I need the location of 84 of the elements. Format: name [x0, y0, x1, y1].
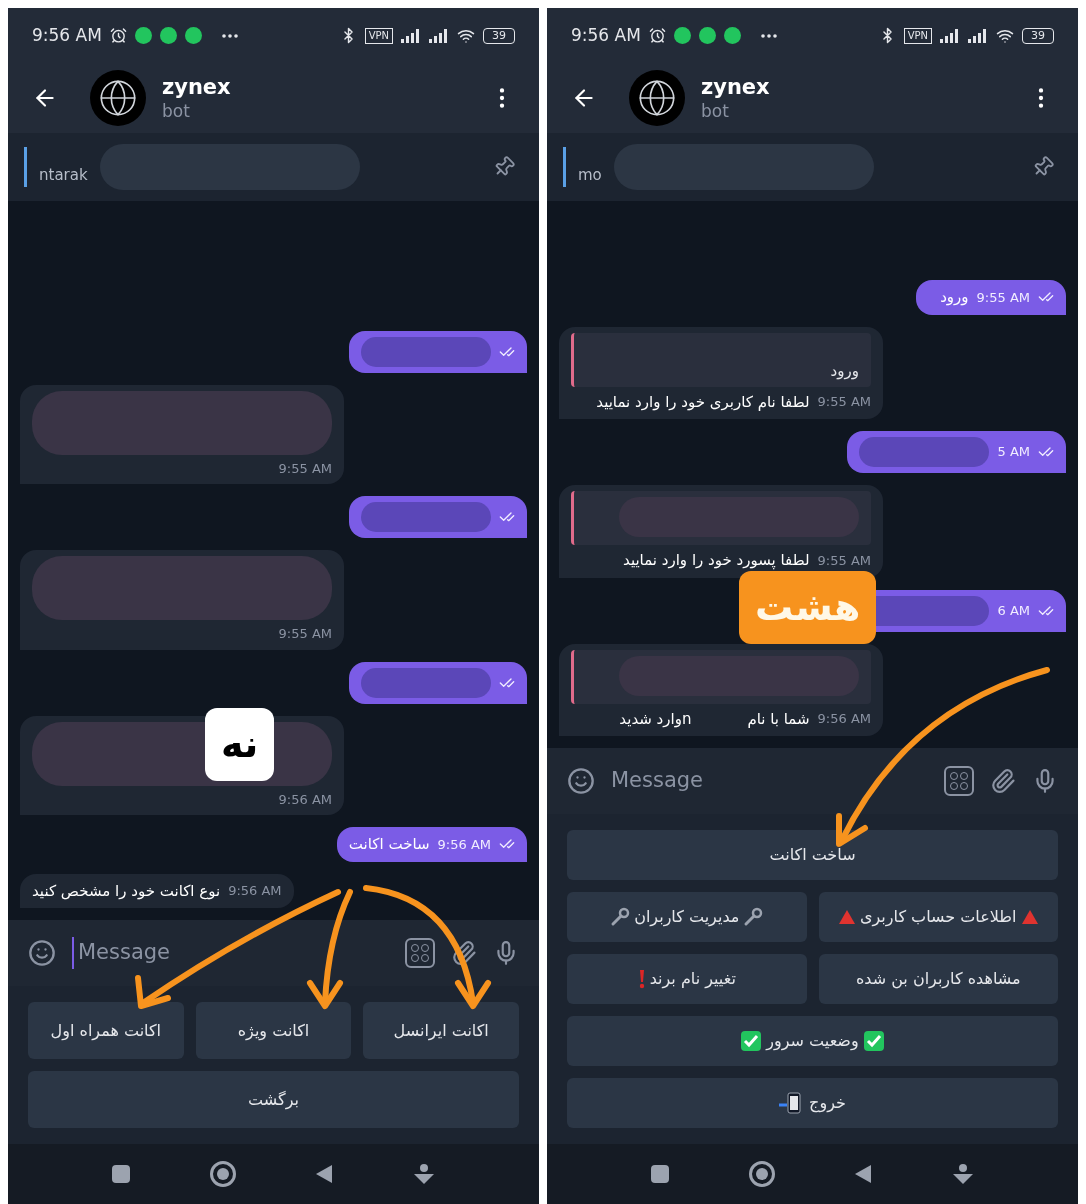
keyboard-button[interactable]: تغییر نام برند	[567, 954, 807, 1004]
message-text: ورود	[940, 287, 969, 308]
message-time: 6 AM	[997, 601, 1030, 620]
recents-icon[interactable]	[650, 1165, 669, 1183]
emoji-icon[interactable]	[28, 939, 56, 967]
avatar[interactable]	[90, 70, 146, 126]
keyboard-button[interactable]: اطلاعات حساب کاربری	[818, 892, 1058, 942]
vpn-indicator: VPN	[364, 27, 393, 44]
chat-subtitle: bot	[701, 100, 730, 122]
message-text: ساخت اکانت	[348, 834, 430, 855]
back-triangle-icon[interactable]	[854, 1164, 873, 1184]
message-time: 9:56 AM	[278, 790, 332, 809]
chat-subtitle: bot	[162, 100, 191, 122]
status-time: 9:56 AM	[571, 23, 641, 47]
home-icon[interactable]	[209, 1161, 236, 1187]
more-notifications-icon	[221, 33, 238, 38]
avatar[interactable]	[629, 70, 685, 126]
alarm-icon	[109, 27, 127, 44]
keyboard-button[interactable]: مدیریت کاربران	[567, 892, 807, 942]
app-notification-icon	[698, 27, 716, 44]
assist-icon[interactable]	[413, 1164, 436, 1184]
app-notification-icon	[673, 27, 691, 44]
keyboard-button[interactable]: مشاهده کاربران بن شده	[818, 954, 1058, 1004]
annotation-label: نه	[205, 708, 275, 781]
quote-text: ورود	[830, 361, 859, 382]
message-time: 9:55 AM	[278, 625, 332, 643]
back-triangle-icon[interactable]	[315, 1164, 334, 1184]
keyboard-button[interactable]: ساخت اکانت	[567, 830, 1058, 880]
message-text: لطفا پسورد خود را وارد نمایید	[623, 550, 810, 572]
message-text: نوع اکانت خود را مشخص کنید	[32, 880, 221, 902]
battery-indicator: 39	[1022, 27, 1054, 44]
recents-icon[interactable]	[111, 1165, 130, 1183]
assist-icon[interactable]	[952, 1164, 975, 1184]
attach-icon[interactable]	[451, 940, 477, 966]
more-notifications-icon	[760, 33, 777, 38]
message-time: 9:56 AM	[228, 882, 282, 900]
vpn-indicator: VPN	[903, 27, 932, 44]
keyboard-button[interactable]: اکانت ویژه	[195, 1002, 352, 1059]
message-time: 9:56 AM	[437, 835, 491, 854]
checkmark-icon	[862, 1030, 885, 1052]
bot-commands-icon[interactable]	[944, 766, 974, 796]
annotation-label: هشت	[739, 571, 877, 644]
app-notification-icon	[134, 27, 152, 44]
attach-icon[interactable]	[990, 768, 1016, 794]
signal-icon	[940, 28, 960, 43]
message-text: شما با نام	[747, 708, 810, 730]
message-field[interactable]: Message	[72, 937, 389, 969]
app-notification-icon	[159, 27, 177, 44]
keyboard-button[interactable]: وضعیت سرور	[567, 1016, 1058, 1066]
pinned-text: ntarak	[39, 164, 88, 186]
emoji-icon[interactable]	[567, 767, 595, 795]
message-time: 5 AM	[997, 443, 1030, 462]
keyboard-button[interactable]: اکانت ایرانسل	[363, 1002, 519, 1059]
keyboard-button[interactable]: اکانت همراه اول	[28, 1002, 184, 1059]
pinned-message-bar[interactable]: mo	[547, 133, 1078, 201]
reply-quote[interactable]: ورود	[571, 332, 871, 387]
keyboard-button[interactable]: خروج	[567, 1078, 1058, 1128]
signal-icon	[401, 28, 421, 43]
exclamation-icon	[637, 969, 646, 989]
status-time: 9:56 AM	[32, 23, 102, 47]
message-text: لطفا نام کاربری خود را وارد نمایید	[596, 391, 810, 413]
message-time: 9:56 AM	[817, 710, 871, 728]
chat-name: zynex	[162, 74, 231, 101]
triangle-icon	[838, 909, 856, 925]
app-notification-icon	[723, 27, 741, 44]
home-icon[interactable]	[748, 1161, 775, 1187]
signal-icon	[968, 28, 988, 43]
pinned-message-bar[interactable]: ntarak	[8, 133, 539, 201]
checkmark-icon	[740, 1030, 763, 1052]
bot-commands-icon[interactable]	[405, 938, 435, 968]
message-text: nوارد شدید	[619, 708, 692, 730]
triangle-icon	[1020, 909, 1039, 925]
message-field[interactable]: Message	[611, 765, 928, 797]
chat-name: zynex	[701, 74, 770, 101]
alarm-icon	[648, 27, 666, 44]
signal-icon	[429, 28, 449, 43]
keyboard-button[interactable]: برگشت	[28, 1071, 519, 1128]
message-time: 9:55 AM	[976, 288, 1030, 307]
app-notification-icon	[184, 27, 202, 44]
message-time: 9:55 AM	[278, 459, 332, 478]
battery-indicator: 39	[483, 27, 515, 44]
pinned-text: mo	[578, 164, 602, 186]
message-time: 9:55 AM	[817, 393, 871, 411]
message-time: 9:55 AM	[817, 551, 871, 570]
